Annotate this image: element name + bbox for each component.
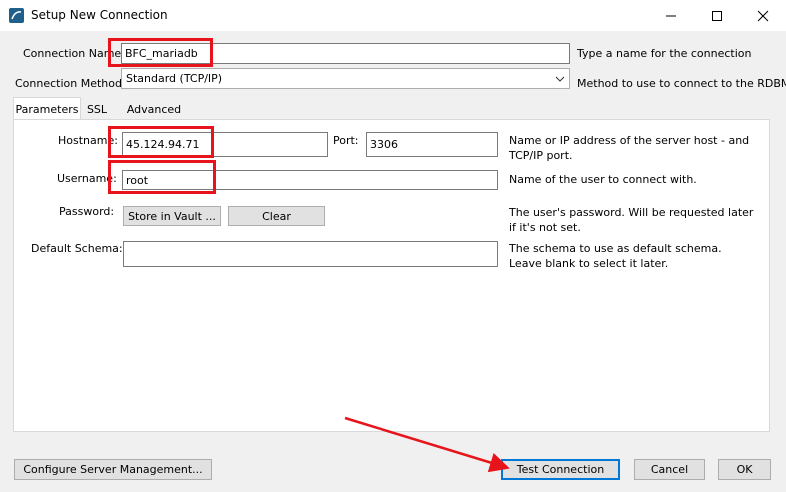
- annotation-arrow-icon: [344, 416, 510, 473]
